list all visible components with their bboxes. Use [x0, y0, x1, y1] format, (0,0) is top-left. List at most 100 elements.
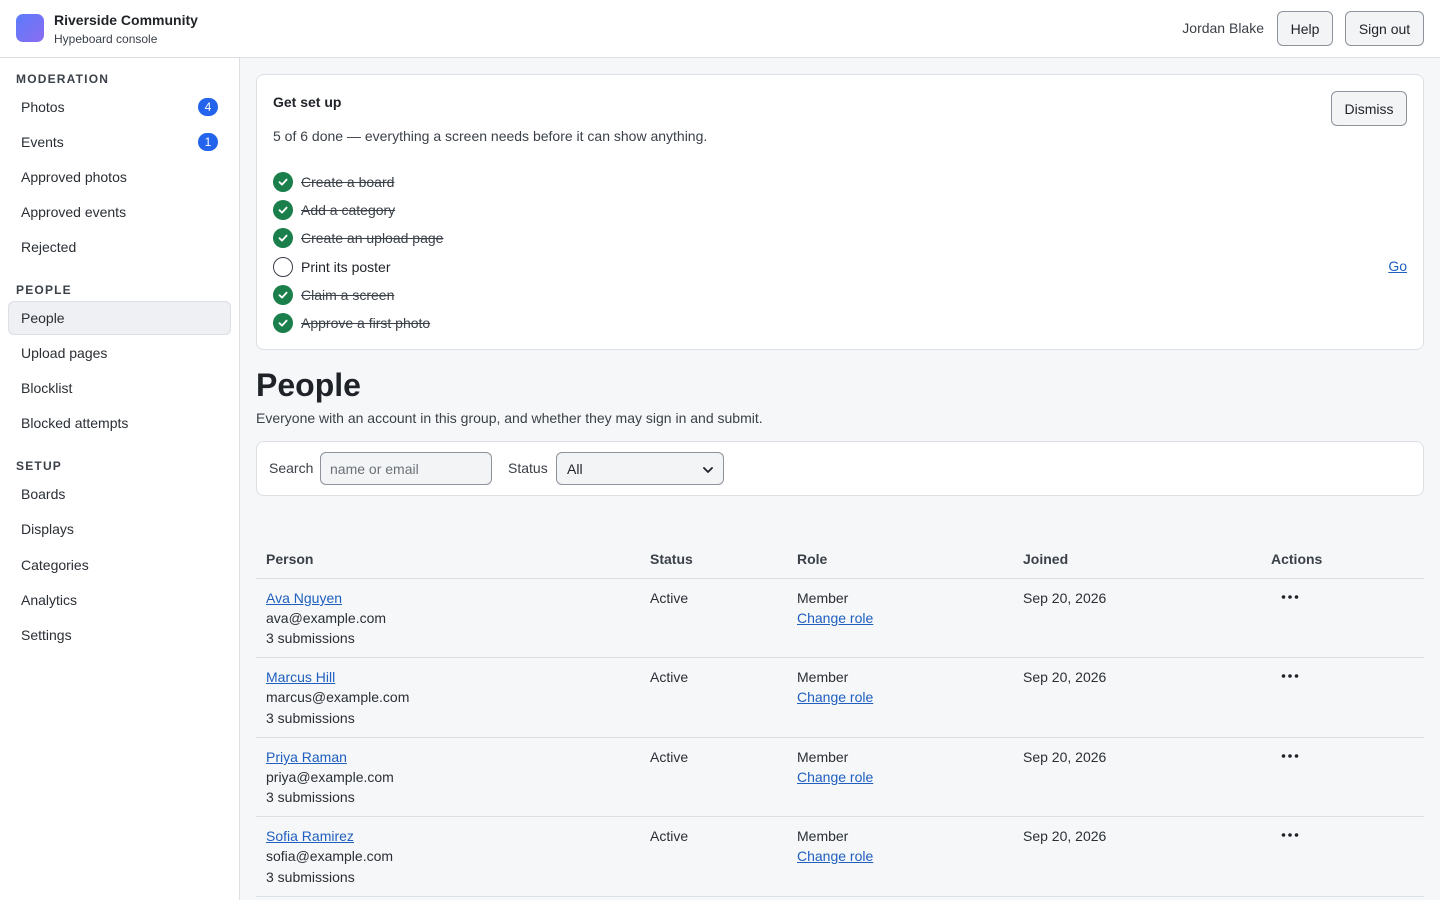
person-name-link[interactable]: Priya Raman — [266, 747, 347, 767]
person-joined: Sep 20, 2026 — [1023, 828, 1107, 844]
sidebar-item-label: Approved events — [21, 204, 127, 220]
person-email: ava@example.com — [266, 610, 387, 626]
check-circle-icon — [273, 285, 293, 305]
sign-out-button[interactable]: Sign out — [1345, 11, 1424, 46]
status-label: Status — [508, 460, 548, 476]
setup-step: Create an upload page — [273, 228, 443, 248]
sidebar-item-label: People — [21, 310, 65, 326]
column-header-status: Status — [650, 551, 693, 567]
sidebar-item-settings[interactable]: Settings — [8, 618, 231, 652]
print-poster-go-link[interactable]: Go — [1388, 258, 1407, 274]
setup-step-label: Create a board — [301, 174, 395, 190]
search-input[interactable] — [320, 452, 492, 485]
status-select[interactable]: All — [556, 452, 724, 485]
more-actions-button[interactable] — [1280, 746, 1300, 766]
sidebar-item-photos[interactable]: Photos 4 — [8, 90, 231, 124]
person-email: marcus@example.com — [266, 689, 410, 705]
person-email: sofia@example.com — [266, 848, 394, 864]
sidebar-item-label: Approved photos — [21, 169, 127, 185]
person-name-link[interactable]: Sofia Ramirez — [266, 826, 354, 846]
setup-progress-text: 5 of 6 done — everything a screen needs … — [273, 128, 708, 144]
sidebar-heading-moderation: MODERATION — [16, 72, 110, 86]
setup-checklist-card: Get set up 5 of 6 done — everything a sc… — [256, 74, 1424, 350]
sidebar-item-approved-photos[interactable]: Approved photos — [8, 160, 231, 194]
help-button[interactable]: Help — [1277, 11, 1333, 46]
sidebar-item-label: Rejected — [21, 239, 77, 255]
person-joined: Sep 20, 2026 — [1023, 590, 1107, 606]
column-header-actions: Actions — [1271, 551, 1323, 567]
sidebar-item-approved-events[interactable]: Approved events — [8, 195, 231, 229]
sidebar-item-blocked-attempts[interactable]: Blocked attempts — [8, 406, 231, 440]
sidebar: MODERATION Photos 4 Events 1 Approved ph… — [0, 58, 240, 900]
sidebar-item-events[interactable]: Events 1 — [8, 125, 231, 159]
person-name-link[interactable]: Ava Nguyen — [266, 588, 342, 608]
person-status: Active — [650, 590, 689, 606]
change-role-link[interactable]: Change role — [797, 608, 873, 628]
sidebar-item-blocklist[interactable]: Blocklist — [8, 371, 231, 405]
sidebar-item-label: Photos — [21, 99, 65, 115]
org-name: Riverside Community — [54, 12, 198, 28]
sidebar-item-label: Events — [21, 134, 64, 150]
logo-icon — [16, 14, 44, 42]
sidebar-item-boards[interactable]: Boards — [8, 477, 231, 511]
status-select-value: All — [567, 460, 583, 477]
change-role-link[interactable]: Change role — [797, 687, 873, 707]
table-row: Ava Nguyen ava@example.com 3 submissions… — [256, 579, 1424, 658]
person-submissions: 3 submissions — [266, 630, 355, 646]
more-horizontal-icon — [1281, 754, 1299, 758]
sidebar-item-label: Blocklist — [21, 380, 73, 396]
more-horizontal-icon — [1281, 674, 1299, 678]
page-description: Everyone with an account in this group, … — [256, 410, 763, 426]
person-role: Member — [797, 590, 849, 606]
sidebar-item-upload-pages[interactable]: Upload pages — [8, 336, 231, 370]
setup-step: Add a category — [273, 200, 395, 220]
person-status: Active — [650, 828, 689, 844]
setup-step-label: Claim a screen — [301, 287, 395, 303]
person-status: Active — [650, 749, 689, 765]
person-submissions: 3 submissions — [266, 869, 355, 885]
person-role: Member — [797, 828, 849, 844]
sidebar-item-label: Boards — [21, 486, 66, 502]
check-circle-icon — [273, 313, 293, 333]
more-actions-button[interactable] — [1280, 587, 1300, 607]
person-email: priya@example.com — [266, 769, 394, 785]
more-actions-button[interactable] — [1280, 666, 1300, 686]
check-circle-icon — [273, 172, 293, 192]
person-status: Active — [650, 669, 689, 685]
row-divider — [256, 896, 1424, 897]
sidebar-item-rejected[interactable]: Rejected — [8, 230, 231, 264]
sidebar-item-label: Categories — [21, 557, 89, 573]
person-joined: Sep 20, 2026 — [1023, 749, 1107, 765]
top-bar: Riverside Community Hypeboard console Jo… — [0, 0, 1440, 58]
sidebar-item-label: Settings — [21, 627, 72, 643]
more-actions-button[interactable] — [1280, 825, 1300, 845]
check-circle-icon — [273, 200, 293, 220]
more-horizontal-icon — [1281, 833, 1299, 837]
table-row: Priya Raman priya@example.com 3 submissi… — [256, 738, 1424, 817]
change-role-link[interactable]: Change role — [797, 767, 873, 787]
sidebar-item-displays[interactable]: Displays — [8, 512, 231, 546]
setup-step: Create a board — [273, 172, 394, 192]
column-header-person: Person — [266, 551, 314, 567]
setup-step-label: Add a category — [301, 202, 396, 218]
setup-step: Approve a first photo — [273, 313, 430, 333]
sidebar-item-label: Displays — [21, 521, 74, 537]
page-title: People — [256, 367, 361, 403]
setup-step-label: Print its poster — [301, 259, 391, 275]
sidebar-item-analytics[interactable]: Analytics — [8, 583, 231, 617]
table-row: Sofia Ramirez sofia@example.com 3 submis… — [256, 817, 1424, 896]
person-role: Member — [797, 669, 849, 685]
person-submissions: 3 submissions — [266, 789, 355, 805]
sidebar-item-label: Upload pages — [21, 345, 108, 361]
more-horizontal-icon — [1281, 595, 1299, 599]
person-joined: Sep 20, 2026 — [1023, 669, 1107, 685]
sidebar-heading-people: PEOPLE — [16, 283, 72, 297]
person-name-link[interactable]: Marcus Hill — [266, 667, 335, 687]
table-row: Marcus Hill marcus@example.com 3 submiss… — [256, 658, 1424, 737]
org-subtitle: Hypeboard console — [54, 32, 158, 46]
change-role-link[interactable]: Change role — [797, 846, 873, 866]
sidebar-item-people[interactable]: People — [8, 301, 231, 335]
dismiss-button[interactable]: Dismiss — [1331, 91, 1407, 126]
search-label: Search — [269, 460, 314, 476]
sidebar-item-categories[interactable]: Categories — [8, 548, 231, 582]
